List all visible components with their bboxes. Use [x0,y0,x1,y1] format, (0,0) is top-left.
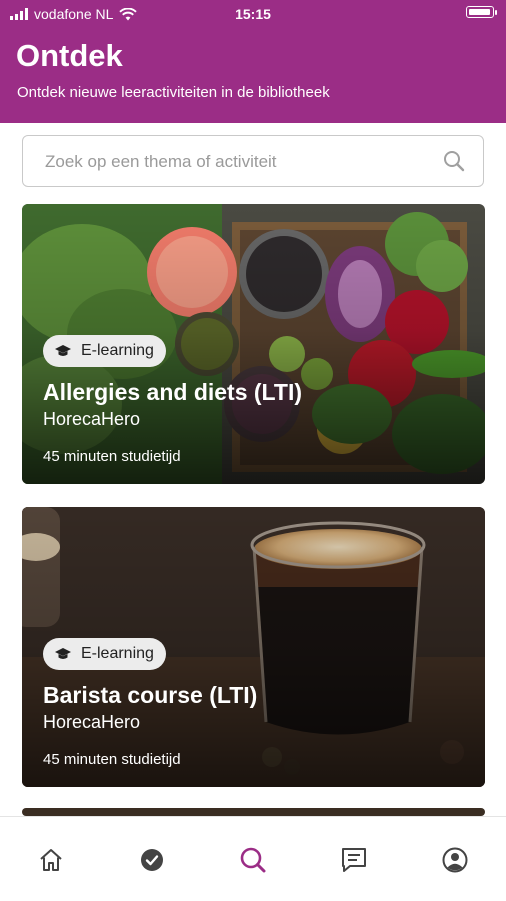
card-provider: HorecaHero [43,712,141,732]
search-input[interactable] [43,148,427,176]
battery-icon [466,6,497,18]
nav-profile[interactable] [440,845,470,875]
profile-icon[interactable] [442,847,468,873]
search-icon[interactable] [239,846,267,874]
badge-label: E-learning [81,645,154,662]
check-circle-icon[interactable] [140,848,164,872]
nav-discover[interactable] [238,845,268,875]
home-icon[interactable] [38,848,64,872]
chat-icon[interactable] [340,847,368,873]
clock: 15:15 [235,6,271,22]
graduation-cap-icon [55,648,71,659]
search-bar[interactable] [22,135,484,187]
nav-home[interactable] [36,845,66,875]
nav-messages[interactable] [339,845,369,875]
activity-card-partial[interactable] [22,808,485,816]
page-subtitle: Ontdek nieuwe leeractiviteiten in de bib… [17,84,330,101]
status-bar: vodafone NL 15:15 [0,0,506,30]
card-provider: HorecaHero [43,409,141,429]
activity-card[interactable]: E-learning Barista course (LTI) HorecaHe… [22,507,485,787]
search-icon[interactable] [443,150,465,172]
activity-card[interactable]: E-learning Allergies and diets (LTI) Hor… [22,204,485,484]
card-duration: 45 minuten studietijd [43,751,181,768]
page-title: Ontdek [16,38,123,73]
card-title: Allergies and diets (LTI) [43,379,302,405]
bottom-navigation [0,816,506,901]
activity-type-badge: E-learning [43,335,166,367]
nav-progress[interactable] [137,845,167,875]
activity-type-badge: E-learning [43,638,166,670]
card-title: Barista course (LTI) [43,682,258,708]
graduation-cap-icon [55,345,71,356]
page-header: vodafone NL 15:15 Ontdek Ontdek nieuwe l… [0,0,506,123]
badge-label: E-learning [81,342,154,359]
card-duration: 45 minuten studietijd [43,448,181,465]
